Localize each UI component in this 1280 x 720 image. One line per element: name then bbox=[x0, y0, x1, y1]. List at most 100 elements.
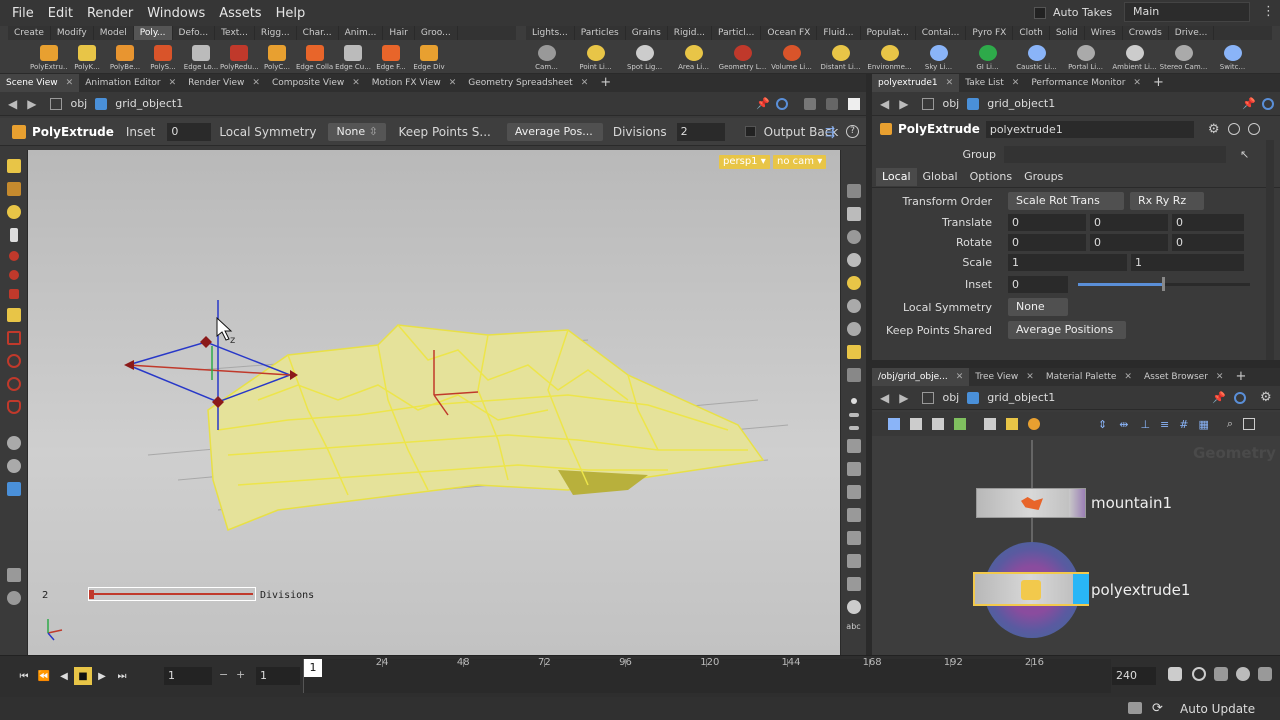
tag-icon[interactable] bbox=[846, 531, 861, 545]
shelf-tab-10[interactable]: Groo... bbox=[415, 26, 458, 40]
align-v-icon[interactable]: ⊥ bbox=[1140, 418, 1150, 431]
network-tab-2[interactable]: Material Palette ✕ bbox=[1040, 368, 1138, 386]
network-gear-icon[interactable]: ⚙ bbox=[1260, 390, 1272, 405]
ghost-icon[interactable] bbox=[846, 253, 861, 267]
shelf-light-tool-9[interactable]: GI Li... bbox=[963, 45, 1012, 71]
scene-tab-close-icon-5[interactable]: ✕ bbox=[581, 78, 589, 88]
shelf-tool-10[interactable]: Edge Div bbox=[410, 45, 448, 71]
inset-field[interactable]: 0 bbox=[1008, 275, 1068, 293]
shelf-tab-1[interactable]: Modify bbox=[51, 26, 94, 40]
pose-tool-icon[interactable] bbox=[6, 308, 21, 322]
params-help-icon[interactable] bbox=[1247, 123, 1260, 135]
scene-tab-close-icon-3[interactable]: ✕ bbox=[352, 78, 360, 88]
network-pin-icon[interactable]: 📌 bbox=[1212, 391, 1226, 404]
shape-palette-icon[interactable] bbox=[1028, 418, 1040, 430]
scale-tool-icon[interactable] bbox=[8, 289, 19, 299]
desktop-select[interactable]: Main bbox=[1124, 2, 1250, 22]
shelf-light-tool-1[interactable]: Point Li... bbox=[571, 45, 620, 71]
shelf-tab-right-7[interactable]: Populat... bbox=[861, 26, 916, 40]
shelf-tab-5[interactable]: Text... bbox=[215, 26, 255, 40]
params-gear-icon[interactable]: ⚙ bbox=[1208, 122, 1220, 137]
shelf-tool-1[interactable]: PolyK... bbox=[68, 45, 106, 71]
help-icon[interactable]: ? bbox=[846, 125, 859, 138]
3d-viewport[interactable]: z persp1 ▾ no cam ▾ 2 Divisions bbox=[28, 150, 840, 655]
uv-icon[interactable] bbox=[846, 485, 861, 499]
link-camera-icon[interactable] bbox=[846, 230, 861, 244]
shelf-light-tool-6[interactable]: Distant Li... bbox=[816, 45, 865, 71]
shelf-tool-8[interactable]: Edge Cu... bbox=[334, 45, 372, 71]
frame-all-icon[interactable] bbox=[1243, 418, 1256, 430]
shelf-tab-right-14[interactable]: Drive... bbox=[1169, 26, 1215, 40]
viewport-canvas[interactable]: z bbox=[28, 150, 840, 655]
shelf-light-tool-4[interactable]: Geometry L... bbox=[718, 45, 767, 71]
point-display-icon[interactable] bbox=[846, 299, 861, 313]
view-tool-icon[interactable] bbox=[6, 436, 21, 450]
snap-grid-icon[interactable] bbox=[6, 331, 21, 345]
node-polyextrude1-label[interactable]: polyextrude1 bbox=[1091, 581, 1190, 599]
network-tab-close-icon-0[interactable]: ✕ bbox=[956, 372, 964, 382]
node-name-field[interactable]: polyextrude1 bbox=[985, 120, 1194, 138]
shelf-light-tool-3[interactable]: Area Li... bbox=[669, 45, 718, 71]
maximize-icon[interactable] bbox=[848, 98, 860, 110]
shelf-tab-right-9[interactable]: Pyro FX bbox=[966, 26, 1014, 40]
node-mountain1[interactable] bbox=[976, 488, 1086, 518]
arrow-tool-icon[interactable] bbox=[9, 228, 18, 242]
shelf-tab-right-1[interactable]: Particles bbox=[575, 26, 626, 40]
jump-start-icon[interactable]: ⏮ bbox=[14, 667, 34, 685]
mountain1-flags[interactable] bbox=[1069, 489, 1085, 517]
viewport-layout-icon[interactable] bbox=[6, 568, 21, 582]
lock-camera-icon[interactable] bbox=[846, 207, 861, 221]
group-field[interactable] bbox=[1004, 145, 1226, 163]
scene-tab-close-icon-1[interactable]: ✕ bbox=[169, 78, 177, 88]
align-h-icon[interactable]: ⇹ bbox=[1119, 418, 1128, 431]
play-forward-icon[interactable]: ▶ bbox=[92, 667, 112, 685]
auto-update-menu[interactable]: Auto Update bbox=[1180, 702, 1255, 716]
node-polyextrude1[interactable] bbox=[973, 572, 1089, 606]
shelf-tool-0[interactable]: PolyExtru... bbox=[30, 45, 68, 71]
params-breadcrumb-grid-object[interactable]: grid_object1 bbox=[979, 97, 1063, 110]
scene-tab-close-icon-0[interactable]: ✕ bbox=[66, 78, 74, 88]
group-select-arrow-icon[interactable]: ↖ bbox=[1240, 148, 1249, 161]
network-add-tab-icon[interactable]: + bbox=[1229, 368, 1252, 386]
edge2-icon[interactable] bbox=[848, 426, 859, 430]
step-back-icon[interactable]: ⏪ bbox=[34, 667, 54, 685]
dot-icon[interactable] bbox=[850, 398, 857, 404]
back-arrow-icon[interactable]: ◀ bbox=[8, 97, 17, 111]
timeline-options-icon[interactable] bbox=[1258, 667, 1272, 681]
shelf-light-tool-8[interactable]: Sky Li... bbox=[914, 45, 963, 71]
shelf-tab-9[interactable]: Hair bbox=[383, 26, 415, 40]
scale-y-field[interactable]: 1 bbox=[1131, 253, 1244, 271]
shelf-tab-right-5[interactable]: Ocean FX bbox=[761, 26, 818, 40]
magnet-icon[interactable] bbox=[6, 400, 21, 414]
params-subtab-3[interactable]: Groups bbox=[1018, 168, 1069, 186]
no-cam-menu[interactable]: no cam ▾ bbox=[773, 155, 827, 169]
params-tab-2[interactable]: Performance Monitor ✕ bbox=[1025, 74, 1147, 92]
op-inset-field[interactable]: 0 bbox=[167, 122, 212, 141]
params-pin-icon[interactable]: 📌 bbox=[1242, 97, 1256, 110]
network-tab-close-icon-1[interactable]: ✕ bbox=[1026, 372, 1034, 382]
params-back-arrow-icon[interactable]: ◀ bbox=[880, 97, 889, 111]
brush-tool-icon[interactable] bbox=[6, 205, 21, 219]
transform-order-menu[interactable]: Scale Rot Trans bbox=[1008, 192, 1124, 210]
op-divisions-field[interactable]: 2 bbox=[676, 122, 725, 141]
rotate-x-field[interactable]: 0 bbox=[1008, 233, 1086, 251]
network-link-icon[interactable] bbox=[1234, 392, 1246, 404]
end-frame-field[interactable]: 240 bbox=[1112, 667, 1156, 685]
shelf-tab-right-4[interactable]: Particl... bbox=[712, 26, 762, 40]
params-forward-arrow-icon[interactable]: ▶ bbox=[899, 97, 908, 111]
shelf-light-tool-7[interactable]: Environme... bbox=[865, 45, 914, 71]
shelf-light-tool-0[interactable]: Cam... bbox=[522, 45, 571, 71]
shelf-tool-9[interactable]: Edge F... bbox=[372, 45, 410, 71]
start-frame-field[interactable]: 1 bbox=[256, 667, 300, 685]
link-icon[interactable] bbox=[776, 98, 788, 110]
snapshot-icon[interactable] bbox=[826, 98, 838, 110]
color-palette-icon[interactable] bbox=[1006, 418, 1018, 430]
scene-add-tab-icon[interactable]: + bbox=[594, 74, 617, 92]
shading-mode-icon[interactable] bbox=[846, 345, 861, 359]
persp-camera-menu[interactable]: persp1 ▾ bbox=[719, 155, 770, 169]
camera-tool-icon[interactable] bbox=[6, 459, 21, 473]
shelf-tab-8[interactable]: Anim... bbox=[339, 26, 384, 40]
node-mountain1-label[interactable]: mountain1 bbox=[1091, 494, 1172, 512]
current-frame-field[interactable]: 1 bbox=[164, 667, 212, 685]
menu-more-icon[interactable]: ⋮ bbox=[1262, 4, 1275, 19]
